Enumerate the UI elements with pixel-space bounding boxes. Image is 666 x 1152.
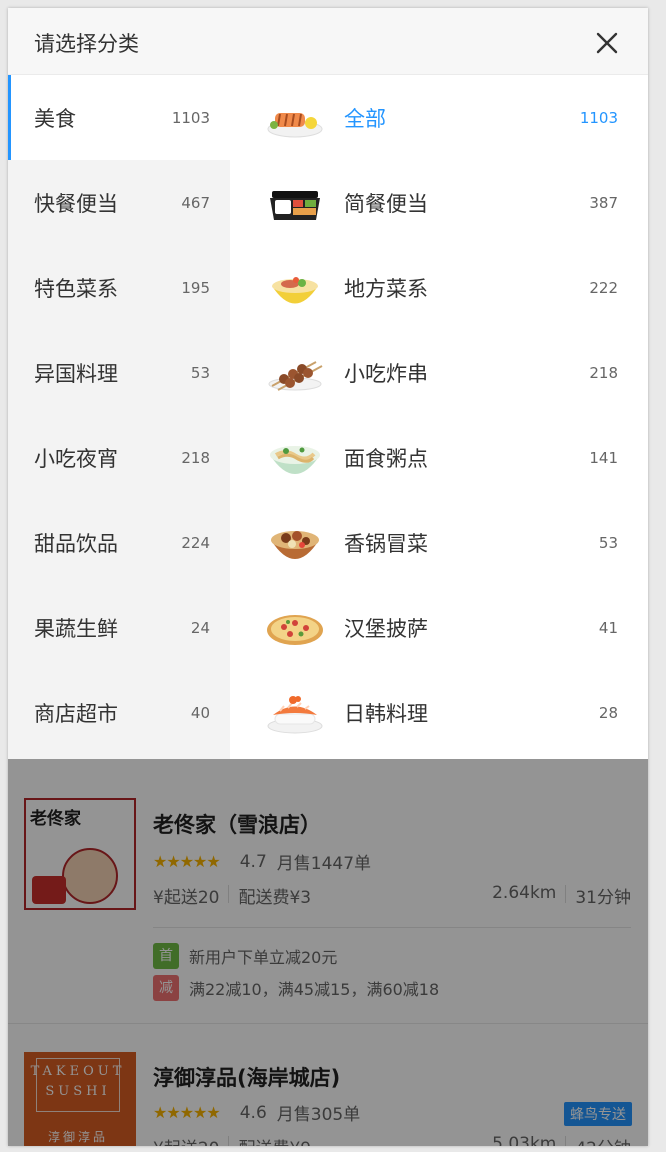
spicy-pot-icon xyxy=(271,531,319,559)
subcategory-count: 222 xyxy=(589,279,618,297)
subcategory-item[interactable]: 小吃炸串 218 xyxy=(230,330,648,415)
category-count: 218 xyxy=(181,449,210,467)
category-item[interactable]: 小吃夜宵 218 xyxy=(8,415,230,500)
noodle-soup-icon xyxy=(270,446,320,474)
category-item[interactable]: 果蔬生鲜 24 xyxy=(8,585,230,670)
category-item[interactable]: 商店超市 40 xyxy=(8,670,230,755)
panel-header: 请选择分类 xyxy=(8,8,648,75)
subcategory-label: 小吃炸串 xyxy=(344,362,428,386)
subcategory-count: 53 xyxy=(598,534,618,552)
subcategory-list: 全部 1103 简餐便当 387 地方菜系 222 小吃炸串 218 面食粥点 … xyxy=(230,75,648,759)
category-count: 224 xyxy=(181,534,210,552)
subcategory-label: 日韩料理 xyxy=(344,702,428,726)
panel-title: 请选择分类 xyxy=(34,32,139,56)
subcategory-item[interactable]: 简餐便当 387 xyxy=(230,160,648,245)
category-count: 53 xyxy=(190,364,210,382)
category-count: 1103 xyxy=(171,109,210,127)
category-label: 商店超市 xyxy=(34,702,118,726)
overlay-mask[interactable] xyxy=(8,759,648,1146)
sushi-icon xyxy=(267,696,323,734)
close-button[interactable] xyxy=(592,28,622,58)
subcategory-label: 简餐便当 xyxy=(344,192,428,216)
subcategory-count: 41 xyxy=(598,619,618,637)
subcategory-label: 香锅冒菜 xyxy=(344,532,428,556)
category-label: 小吃夜宵 xyxy=(34,447,118,471)
subcategory-count: 387 xyxy=(589,194,618,212)
subcategory-item[interactable]: 香锅冒菜 53 xyxy=(230,500,648,585)
subcategory-label: 面食粥点 xyxy=(344,447,428,471)
subcategory-count: 218 xyxy=(589,364,618,382)
grilled-salmon-icon xyxy=(267,113,323,138)
subcategory-item[interactable]: 地方菜系 222 xyxy=(230,245,648,330)
category-picker: 请选择分类 美食 1103 快餐便当 467 特色菜系 195 异国料理 53 … xyxy=(8,8,648,759)
close-icon xyxy=(596,32,618,54)
pizza-icon xyxy=(267,615,323,645)
subcategory-item[interactable]: 汉堡披萨 41 xyxy=(230,585,648,670)
subcategory-label: 全部 xyxy=(344,107,386,131)
bento-box-icon xyxy=(270,191,320,220)
category-label: 甜品饮品 xyxy=(34,532,118,556)
category-count: 40 xyxy=(190,704,210,722)
category-count: 24 xyxy=(190,619,210,637)
category-count: 467 xyxy=(181,194,210,212)
noodle-bowl-icon xyxy=(272,277,318,304)
skewers-icon xyxy=(268,361,323,391)
subcategory-item[interactable]: 面食粥点 141 xyxy=(230,415,648,500)
subcategory-item[interactable]: 全部 1103 xyxy=(230,75,648,160)
subcategory-count: 28 xyxy=(598,704,618,722)
category-label: 异国料理 xyxy=(34,362,118,386)
category-label: 快餐便当 xyxy=(34,192,118,216)
category-item[interactable]: 快餐便当 467 xyxy=(8,160,230,245)
category-item[interactable]: 甜品饮品 224 xyxy=(8,500,230,585)
category-list: 美食 1103 快餐便当 467 特色菜系 195 异国料理 53 小吃夜宵 2… xyxy=(8,75,230,759)
category-item[interactable]: 美食 1103 xyxy=(8,75,230,160)
subcategory-count: 1103 xyxy=(579,109,618,127)
subcategory-count: 141 xyxy=(589,449,618,467)
category-item[interactable]: 异国料理 53 xyxy=(8,330,230,415)
category-label: 美食 xyxy=(34,107,76,131)
subcategory-label: 汉堡披萨 xyxy=(344,617,428,641)
subcategory-label: 地方菜系 xyxy=(344,277,428,301)
category-count: 195 xyxy=(181,279,210,297)
app-frame: 老佟家 老佟家（雪浪店） ★★★★★ 4.7 月售1447单 ¥起送20 配送费… xyxy=(8,8,648,1146)
category-label: 特色菜系 xyxy=(34,277,118,301)
subcategory-item[interactable]: 日韩料理 28 xyxy=(230,670,648,755)
category-label: 果蔬生鲜 xyxy=(34,617,118,641)
category-item[interactable]: 特色菜系 195 xyxy=(8,245,230,330)
